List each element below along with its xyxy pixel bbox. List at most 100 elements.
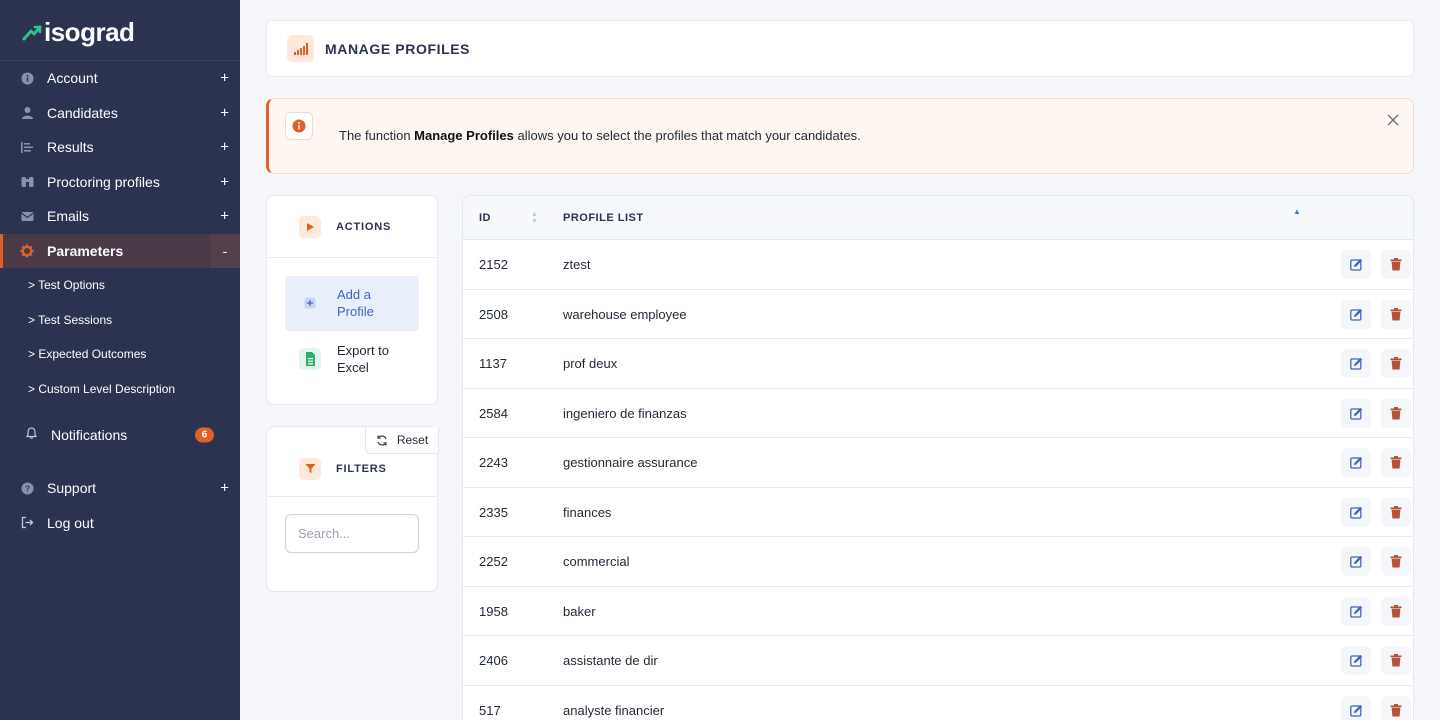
page-header: MANAGE PROFILES — [266, 20, 1414, 77]
delete-button[interactable] — [1381, 497, 1411, 527]
info-alert: The function Manage Profiles allows you … — [266, 98, 1414, 174]
sidebar-item-support[interactable]: ? Support + — [0, 471, 240, 506]
pencil-icon — [1349, 407, 1362, 420]
delete-button[interactable] — [1381, 596, 1411, 626]
pencil-icon — [1349, 605, 1362, 618]
edit-button[interactable] — [1341, 646, 1371, 675]
delete-button[interactable] — [1381, 695, 1411, 720]
brand-name: isograd — [44, 17, 135, 47]
actions-title: ACTIONS — [336, 220, 392, 233]
cell-id: 2243 — [479, 455, 508, 471]
trash-icon — [1390, 505, 1402, 518]
cell-profile-name: ingeniero de finanzas — [563, 405, 687, 421]
collapse-toggle[interactable]: - — [210, 233, 240, 268]
search-input[interactable] — [285, 514, 419, 553]
gear-icon — [20, 244, 34, 258]
alert-suffix: allows you to select the profiles that m… — [513, 128, 861, 143]
actions-card-header: ACTIONS — [267, 196, 437, 258]
table-row: 2152 ztest — [463, 240, 1413, 290]
sidebar-item-parameters[interactable]: Parameters - — [0, 233, 240, 268]
binoculars-icon — [20, 175, 34, 189]
sidebar-item-logout[interactable]: Log out — [0, 506, 240, 541]
bell-icon — [25, 426, 38, 444]
export-excel-button[interactable]: Export to Excel — [285, 332, 419, 387]
column-header-id-label: ID — [479, 212, 491, 224]
trash-icon — [1390, 604, 1402, 617]
table-row: 1958 baker — [463, 587, 1413, 636]
sidebar-item-label: Account — [47, 70, 98, 87]
edit-button[interactable] — [1341, 250, 1371, 279]
pencil-icon — [1349, 456, 1362, 469]
add-icon — [299, 292, 321, 314]
edit-button[interactable] — [1341, 448, 1371, 477]
cell-profile-name: commercial — [563, 554, 630, 570]
sort-icon[interactable]: ▲ ▼ — [531, 211, 538, 225]
play-icon — [299, 215, 321, 238]
sidebar-item-results[interactable]: Results + — [0, 130, 240, 165]
sidebar-item-account[interactable]: Account + — [0, 61, 240, 96]
question-icon: ? — [20, 481, 34, 495]
cell-id: 517 — [479, 702, 501, 718]
sidebar-item-emails[interactable]: Emails + — [0, 199, 240, 234]
delete-button[interactable] — [1381, 398, 1411, 428]
edit-button[interactable] — [1341, 349, 1371, 378]
delete-button[interactable] — [1381, 299, 1411, 329]
expand-toggle[interactable]: + — [220, 173, 229, 190]
add-profile-label-line1: Add a — [337, 287, 371, 302]
expand-toggle[interactable]: + — [220, 70, 229, 87]
edit-button[interactable] — [1341, 497, 1371, 527]
pencil-icon — [1349, 704, 1362, 717]
expand-toggle[interactable]: + — [220, 139, 229, 156]
sidebar-subitem-test-sessions[interactable]: > Test Sessions — [0, 303, 240, 338]
edit-button[interactable] — [1341, 299, 1371, 329]
export-excel-label: Export to Excel — [337, 342, 389, 376]
sidebar-item-notifications[interactable]: Notifications 6 — [0, 412, 240, 458]
cell-profile-name: warehouse employee — [563, 306, 687, 322]
add-profile-button[interactable]: Add a Profile — [285, 276, 419, 331]
edit-button[interactable] — [1341, 596, 1371, 626]
expand-toggle[interactable]: + — [220, 480, 229, 497]
alert-bold-text: Manage Profiles — [414, 128, 514, 143]
column-header-profile-list-label: PROFILE LIST — [563, 212, 644, 224]
sidebar-item-candidates[interactable]: Candidates + — [0, 96, 240, 131]
cell-profile-name: baker — [563, 603, 596, 619]
brand-logo[interactable]: isograd — [22, 17, 135, 48]
cell-id: 1958 — [479, 603, 508, 619]
edit-button[interactable] — [1341, 398, 1371, 428]
column-header-profile-list[interactable]: PROFILE LIST — [563, 196, 1303, 240]
sidebar-item-proctoring-profiles[interactable]: Proctoring profiles + — [0, 165, 240, 200]
sort-ascending-icon[interactable]: ▲ — [1293, 207, 1301, 216]
column-header-id[interactable]: ID — [479, 196, 539, 240]
delete-button[interactable] — [1381, 547, 1411, 576]
info-icon — [20, 71, 34, 85]
sidebar-subitem-custom-level-description[interactable]: > Custom Level Description — [0, 372, 240, 407]
delete-button[interactable] — [1381, 646, 1411, 675]
delete-button[interactable] — [1381, 250, 1411, 279]
delete-button[interactable] — [1381, 349, 1411, 378]
alert-message: The function Manage Profiles allows you … — [339, 128, 861, 143]
profiles-table: ID ▲ ▼ PROFILE LIST ▲ 2152 ztest 2508 wareho… — [462, 195, 1414, 720]
trash-icon — [1390, 654, 1402, 667]
pencil-icon — [1349, 555, 1362, 568]
expand-toggle[interactable]: + — [220, 104, 229, 121]
trash-icon — [1390, 456, 1402, 469]
reset-button[interactable]: Reset — [365, 427, 439, 454]
sidebar-item-label: Support — [47, 480, 97, 497]
close-icon[interactable] — [1383, 110, 1403, 130]
reset-label: Reset — [396, 433, 429, 447]
sidebar-subitem-test-options[interactable]: > Test Options — [0, 268, 240, 303]
delete-button[interactable] — [1381, 448, 1411, 477]
edit-button[interactable] — [1341, 695, 1371, 720]
expand-toggle[interactable]: + — [220, 208, 229, 225]
trash-icon — [1390, 307, 1402, 320]
sidebar-item-label: Log out — [47, 514, 94, 531]
cell-id: 2508 — [479, 306, 508, 322]
sidebar-subitem-expected-outcomes[interactable]: > Expected Outcomes — [0, 337, 240, 372]
trash-icon — [1390, 406, 1402, 419]
pencil-icon — [1349, 308, 1362, 321]
excel-file-icon — [299, 348, 321, 370]
cell-id: 2252 — [479, 554, 508, 570]
page-title: MANAGE PROFILES — [325, 40, 471, 57]
cell-profile-name: analyste financier — [563, 702, 665, 718]
edit-button[interactable] — [1341, 547, 1371, 576]
